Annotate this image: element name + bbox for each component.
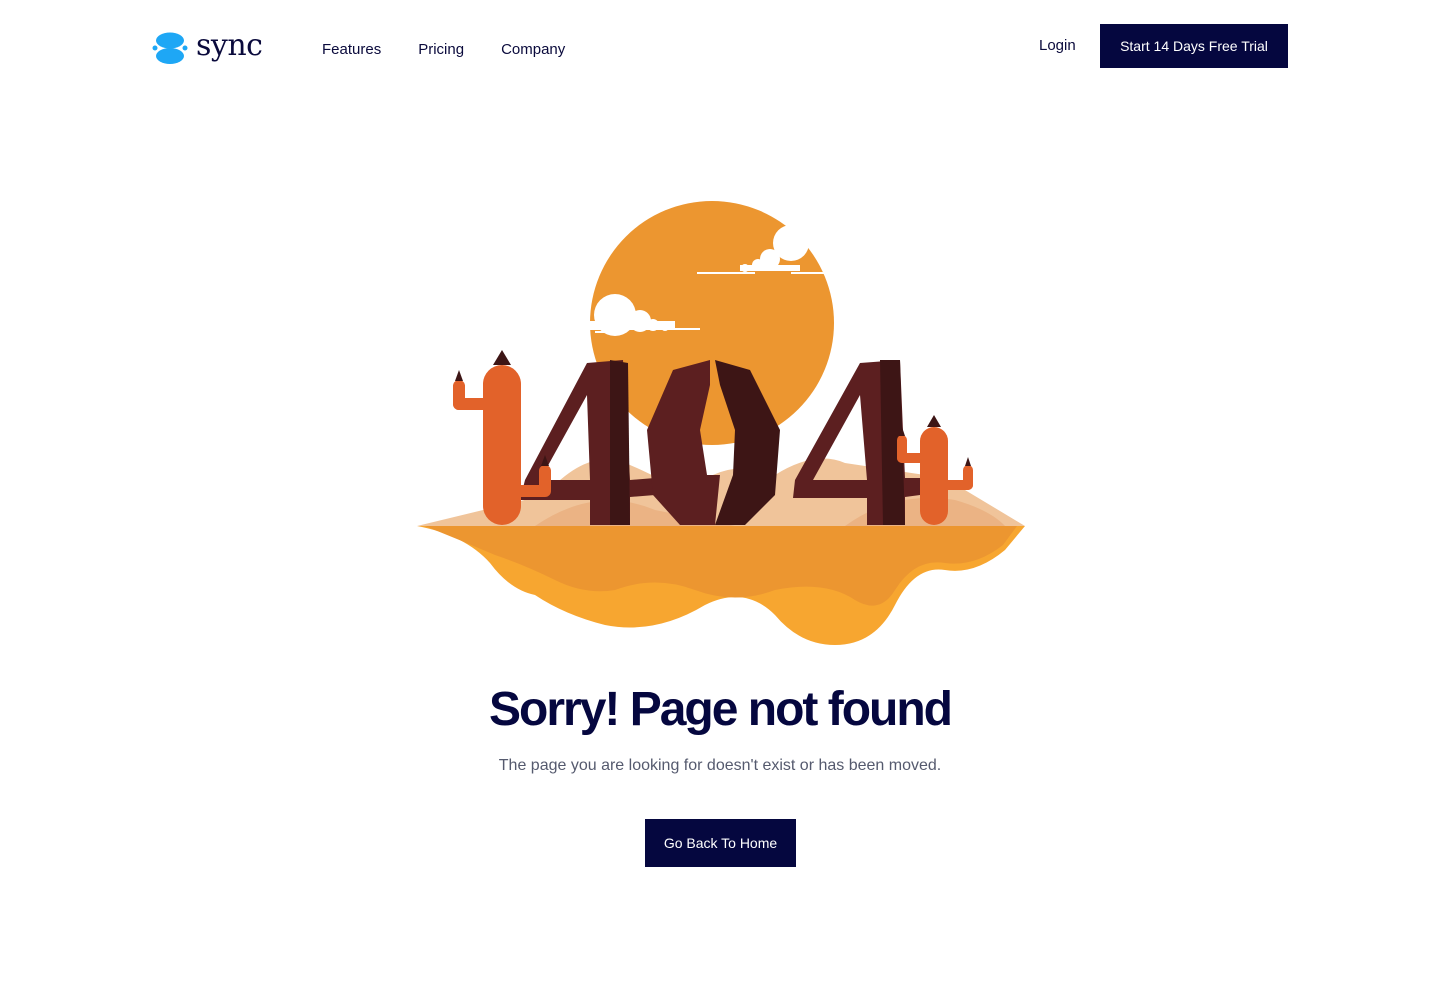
nav-features[interactable]: Features: [322, 40, 381, 60]
login-link[interactable]: Login: [1039, 36, 1076, 56]
page-title: Sorry! Page not found: [489, 683, 953, 736]
nav-company[interactable]: Company: [501, 40, 565, 60]
logo-text: sync: [196, 28, 263, 63]
start-trial-button[interactable]: Start 14 Days Free Trial: [1100, 24, 1288, 68]
main-nav: Features Pricing Company: [322, 40, 602, 60]
page-subtitle: The page you are looking for doesn't exi…: [498, 757, 942, 774]
nav-pricing[interactable]: Pricing: [418, 40, 464, 60]
404-desert-illustration: 404: [417, 201, 1025, 645]
logo-link[interactable]: sync: [152, 28, 263, 66]
sync-logo-icon: [152, 32, 188, 64]
header: sync Features Pricing Company Login Star…: [0, 0, 1440, 96]
go-back-home-button[interactable]: Go Back To Home: [645, 819, 796, 867]
